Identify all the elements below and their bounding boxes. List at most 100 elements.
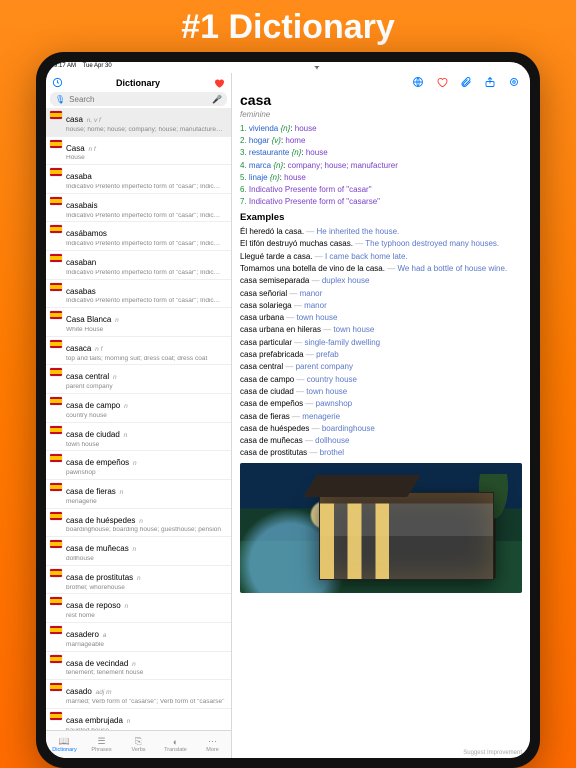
example-compound: casa señorial — manor	[240, 289, 522, 300]
example-compound: casa solariega — manor	[240, 301, 522, 312]
suggest-improvement-link[interactable]: Suggest Improvement	[463, 750, 522, 756]
list-item[interactable]: Casa n f House	[46, 137, 231, 166]
example-compound: casa prefabricada — prefab	[240, 350, 522, 361]
flag-es-icon	[50, 368, 62, 376]
flag-es-icon	[50, 597, 62, 605]
list-term: casado	[66, 687, 92, 696]
tab-dictionary[interactable]: 📖Dictionary	[46, 731, 83, 758]
illustration-image	[240, 463, 522, 593]
tablet-frame: 9:17 AM Tue Apr 30 ᯤ 100% ▮ Dictionary	[36, 52, 540, 768]
flag-es-icon	[50, 111, 62, 119]
list-def: pawnshop	[66, 470, 227, 477]
tab-more[interactable]: ⋯More	[194, 731, 231, 758]
list-def: town house	[66, 442, 227, 449]
list-item[interactable]: casa de fieras n menagerie	[46, 480, 231, 509]
list-item[interactable]: casabais Indicativo Pretérito imperfecto…	[46, 194, 231, 223]
list-item[interactable]: casabas Indicativo Pretérito imperfecto …	[46, 280, 231, 309]
list-meta: n, v f	[85, 117, 101, 124]
flag-es-icon	[50, 569, 62, 577]
example-compound: casa de empeños — pawnshop	[240, 399, 522, 410]
status-bar: 9:17 AM Tue Apr 30 ᯤ 100% ▮	[46, 62, 530, 73]
settings-icon[interactable]	[508, 76, 520, 88]
list-def: tenement; tenement house	[66, 670, 227, 677]
list-item[interactable]: casa embrujada n haunted house	[46, 709, 231, 730]
list-def: White House	[66, 327, 227, 334]
flag-es-icon	[50, 454, 62, 462]
list-term: casaca	[66, 344, 91, 353]
tab-label: Verbs	[131, 747, 145, 753]
list-def: Indicativo Pretérito imperfecto form of …	[66, 184, 227, 191]
screen: 9:17 AM Tue Apr 30 ᯤ 100% ▮ Dictionary	[46, 62, 530, 758]
part-of-speech: feminine	[240, 110, 522, 121]
sense-line: 7. Indicativo Presente form of "casarse"	[240, 197, 522, 208]
list-item[interactable]: casa de vecindad n tenement; tenement ho…	[46, 652, 231, 681]
list-item[interactable]: casado adj m married; Verb form of "casa…	[46, 680, 231, 709]
share-icon[interactable]	[484, 76, 496, 88]
word-list[interactable]: casa n, v f house; home; house; company;…	[46, 108, 231, 730]
list-term: casa central	[66, 372, 109, 381]
headword: casa	[240, 91, 522, 110]
list-item[interactable]: Casa Blanca n White House	[46, 308, 231, 337]
list-term: casa de ciudad	[66, 430, 120, 439]
voice-icon[interactable]: 🎙	[55, 95, 65, 104]
list-item[interactable]: casa de campo n country house	[46, 394, 231, 423]
list-term: casa de empeños	[66, 458, 129, 467]
favorite-icon[interactable]	[213, 77, 225, 89]
list-meta: n	[130, 661, 135, 668]
mic-icon[interactable]: 🎤	[212, 95, 222, 104]
flag-es-icon	[50, 168, 62, 176]
sense-line: 1. vivienda {n}: house	[240, 124, 522, 135]
attach-icon[interactable]	[460, 76, 472, 88]
search-input[interactable]	[69, 95, 212, 104]
detail-content: casa feminine 1. vivienda {n}: house2. h…	[232, 91, 530, 758]
list-item[interactable]: casa de prostitutas n brothel; whorehous…	[46, 566, 231, 595]
list-meta: n	[123, 603, 128, 610]
flag-es-icon	[50, 655, 62, 663]
list-meta: n	[111, 374, 116, 381]
search-bar[interactable]: 🎙 🎤	[50, 92, 227, 106]
flag-es-icon	[50, 626, 62, 634]
flag-es-icon	[50, 225, 62, 233]
list-meta: n	[135, 575, 140, 582]
list-item[interactable]: casa de huéspedes n boardinghouse; board…	[46, 509, 231, 538]
list-term: casábamos	[66, 229, 107, 238]
list-term: casa de campo	[66, 401, 120, 410]
status-time: 9:17 AM	[54, 63, 76, 69]
list-item[interactable]: casa n, v f house; home; house; company;…	[46, 108, 231, 137]
history-icon[interactable]	[52, 77, 63, 88]
list-item[interactable]: casa de reposo n rest home	[46, 594, 231, 623]
list-item[interactable]: casa de muñecas n dollhouse	[46, 537, 231, 566]
globe-icon[interactable]	[412, 76, 424, 88]
list-item[interactable]: casa de ciudad n town house	[46, 423, 231, 452]
list-term: casabais	[66, 201, 98, 210]
list-item[interactable]: casábamos Indicativo Pretérito imperfect…	[46, 222, 231, 251]
wifi-icon: ᯤ	[314, 63, 319, 71]
heart-outline-icon[interactable]	[436, 76, 448, 88]
tab-translate[interactable]: ◐Translate	[157, 731, 194, 758]
tab-label: Phrases	[91, 747, 111, 753]
example-compound: casa particular — single-family dwelling	[240, 338, 522, 349]
list-item[interactable]: casa de empeños n pawnshop	[46, 451, 231, 480]
list-meta: n	[122, 432, 127, 439]
list-item[interactable]: casaban Indicativo Pretérito imperfecto …	[46, 251, 231, 280]
sense-line: 4. marca {n}: company; house; manufactur…	[240, 161, 522, 172]
list-item[interactable]: casa central n parent company	[46, 365, 231, 394]
list-def: menagerie	[66, 499, 227, 506]
list-item[interactable]: casadero a marriageable	[46, 623, 231, 652]
flag-es-icon	[50, 340, 62, 348]
list-meta: n	[122, 403, 127, 410]
list-item[interactable]: casaca n f top and tails; morning suit; …	[46, 337, 231, 366]
tab-verbs[interactable]: ⎘Verbs	[120, 731, 157, 758]
flag-es-icon	[50, 311, 62, 319]
list-term: casa de prostitutas	[66, 573, 133, 582]
flag-es-icon	[50, 483, 62, 491]
list-def: boardinghouse; boarding house; guesthous…	[66, 527, 227, 534]
list-item[interactable]: casaba Indicativo Pretérito imperfecto f…	[46, 165, 231, 194]
flag-es-icon	[50, 197, 62, 205]
example-compound: casa central — parent company	[240, 362, 522, 373]
tab-phrases[interactable]: ☰Phrases	[83, 731, 120, 758]
tab-icon: ⎘	[135, 736, 142, 747]
example-compound: casa de prostitutas — brothel	[240, 448, 522, 459]
sense-line: 3. restaurante {n}: house	[240, 148, 522, 159]
list-term: casa	[66, 115, 83, 124]
